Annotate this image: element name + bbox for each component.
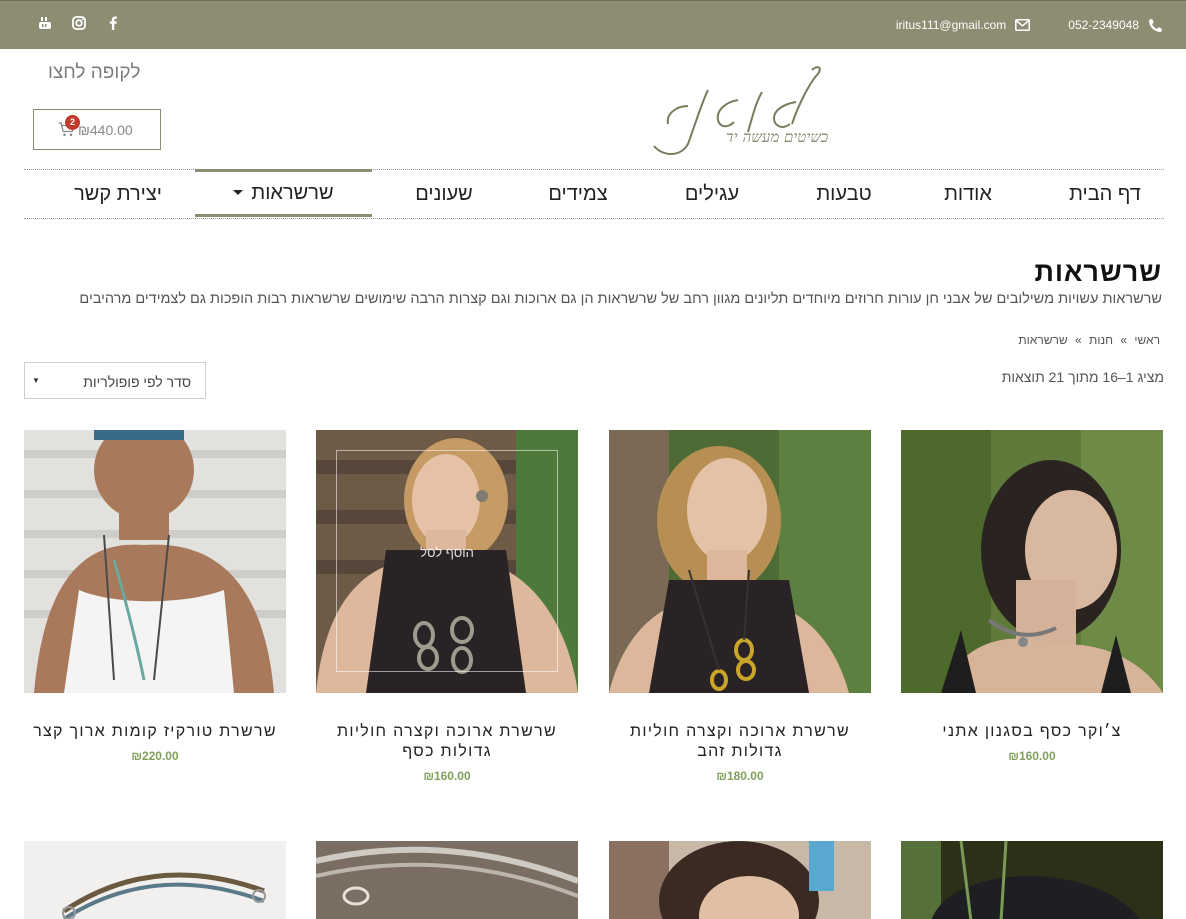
breadcrumb-separator: » <box>1120 333 1128 347</box>
result-count: מציג 1–16 מתוך 21 תוצאות <box>1001 369 1164 385</box>
site-logo[interactable]: תכשיטים מעשה יד <box>512 62 837 162</box>
nav-item-rings[interactable]: טבעות <box>794 170 894 218</box>
nav-item-about[interactable]: אודות <box>920 170 1016 218</box>
breadcrumb-separator: » <box>1075 333 1082 347</box>
product-name[interactable]: שרשרת ארוכה וקצרה חוליות גדולות כסף <box>316 722 578 762</box>
product-card[interactable]: צ׳וקר כסף בסגנון אתני ₪160.00 <box>901 430 1163 763</box>
add-to-cart-link[interactable]: הוסף לסל <box>316 545 578 560</box>
breadcrumb-shop[interactable]: חנות <box>1089 333 1113 347</box>
instagram-icon[interactable] <box>72 15 86 31</box>
nav-item-contact[interactable]: יצירת קשר <box>48 170 188 218</box>
sort-select[interactable]: סדר לפי פופולריות ▼ <box>24 362 206 399</box>
cart-total: ₪440.00 <box>78 122 133 138</box>
youtube-icon[interactable] <box>38 15 52 31</box>
facebook-icon[interactable] <box>106 15 120 31</box>
product-price: ₪180.00 <box>716 769 764 783</box>
cart-button[interactable]: 2 ₪440.00 <box>33 109 161 150</box>
sort-select-value: סדר לפי פופולריות <box>83 374 191 390</box>
nav-item-necklaces[interactable]: שרשראות <box>195 169 372 217</box>
product-image[interactable] <box>316 841 578 919</box>
nav-item-necklaces-label: שרשראות <box>251 182 334 204</box>
checkout-link[interactable]: לקופה לחצו <box>48 62 140 84</box>
product-image[interactable] <box>901 430 1163 693</box>
product-card[interactable]: הוסף לסל שרשרת ארוכה וקצרה חוליות גדולות… <box>316 430 578 783</box>
product-card[interactable]: שרשרת טורקיז קומות ארוך קצר ₪220.00 <box>24 430 286 763</box>
top-bar: iritus111@gmail.com 052-2349048 <box>0 0 1186 49</box>
product-card[interactable]: שרשרת ארוכה וקצרה חוליות גדולות זהב ₪180… <box>609 430 871 783</box>
hover-overlay-frame <box>336 450 558 672</box>
logo-tagline: תכשיטים מעשה יד <box>726 128 828 146</box>
envelope-icon <box>1015 19 1031 31</box>
social-links <box>38 15 120 31</box>
product-price: ₪160.00 <box>1008 749 1056 763</box>
nav-item-watches[interactable]: שעונים <box>392 170 496 218</box>
product-image[interactable]: הוסף לסל <box>316 430 578 693</box>
category-description: שרשראות עשויות משילובים של אבני חן עורות… <box>79 291 1162 307</box>
product-image[interactable] <box>901 841 1163 919</box>
phone-icon <box>1149 18 1162 32</box>
product-price: ₪160.00 <box>423 769 471 783</box>
breadcrumb: ראשי » חנות » שרשראות <box>1016 333 1162 347</box>
product-name[interactable]: צ׳וקר כסף בסגנון אתני <box>901 722 1163 742</box>
breadcrumb-home[interactable]: ראשי <box>1134 333 1160 347</box>
product-name[interactable]: שרשרת ארוכה וקצרה חוליות גדולות זהב <box>609 722 871 762</box>
nav-item-bracelets[interactable]: צמידים <box>526 170 630 218</box>
chevron-down-icon <box>233 189 244 195</box>
product-image[interactable] <box>609 841 871 919</box>
nav-item-earrings[interactable]: עגילים <box>660 170 764 218</box>
product-price: ₪220.00 <box>131 749 179 763</box>
product-image[interactable] <box>24 430 286 693</box>
product-name[interactable]: שרשרת טורקיז קומות ארוך קצר <box>24 722 286 742</box>
email-link[interactable]: iritus111@gmail.com <box>896 18 1006 32</box>
nav-item-home[interactable]: דף הבית <box>1046 170 1164 218</box>
page-title: שרשראות <box>1034 257 1162 287</box>
product-image[interactable] <box>24 841 286 919</box>
contact-info: iritus111@gmail.com 052-2349048 <box>896 18 1162 32</box>
dropdown-arrow-icon: ▼ <box>32 376 40 385</box>
main-nav: דף הבית אודות טבעות עגילים צמידים שעונים… <box>24 169 1164 219</box>
product-image[interactable] <box>609 430 871 693</box>
breadcrumb-current: שרשראות <box>1018 333 1068 347</box>
phone-link[interactable]: 052-2349048 <box>1068 18 1139 32</box>
